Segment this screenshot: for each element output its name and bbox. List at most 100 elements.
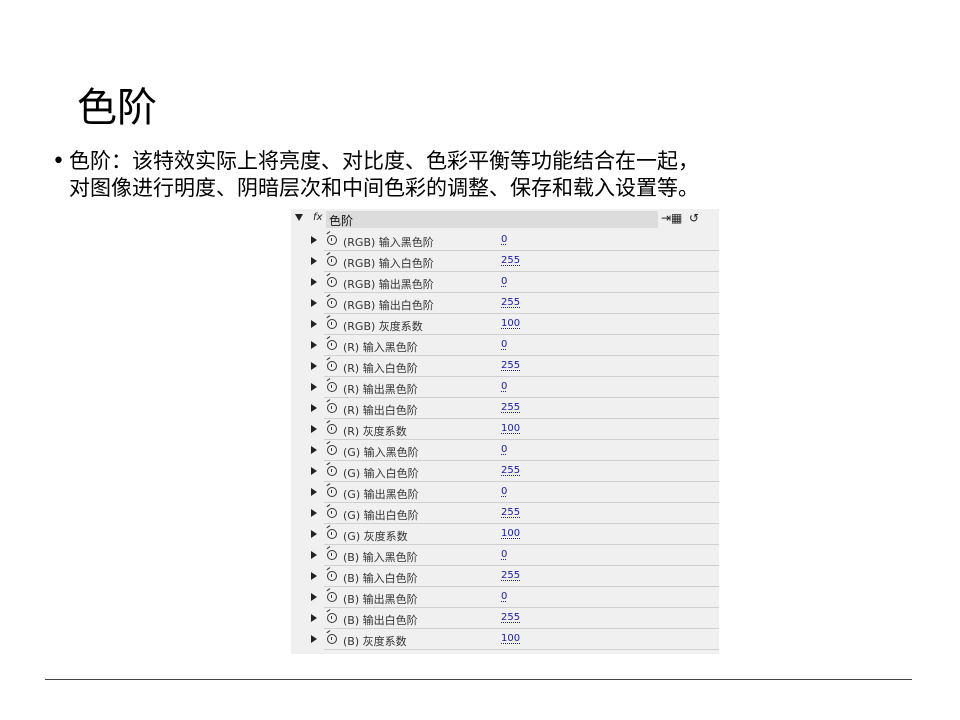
param-name: (G) 输出白色阶	[343, 509, 419, 522]
stopwatch-icon[interactable]	[327, 613, 337, 623]
param-value[interactable]: 255	[501, 402, 520, 413]
param-row[interactable]: (R) 输入白色阶 255	[291, 356, 719, 377]
param-name: (G) 输入白色阶	[343, 467, 419, 480]
param-name: (RGB) 输入白色阶	[343, 257, 434, 270]
footer-divider	[45, 679, 912, 680]
stopwatch-icon[interactable]	[327, 361, 337, 371]
param-value[interactable]: 0	[501, 591, 507, 602]
param-row[interactable]: (RGB) 灰度系数 100	[291, 314, 719, 335]
slide-title: 色阶	[77, 85, 157, 131]
param-row[interactable]: (RGB) 输出黑色阶 0	[291, 272, 719, 293]
param-value[interactable]: 100	[501, 633, 520, 644]
expand-triangle-icon[interactable]	[311, 341, 317, 349]
param-row[interactable]: (RGB) 输入黑色阶 0	[291, 230, 719, 251]
param-value[interactable]: 255	[501, 465, 520, 476]
expand-triangle-icon[interactable]	[311, 404, 317, 412]
expand-triangle-icon[interactable]	[311, 278, 317, 286]
stopwatch-icon[interactable]	[327, 466, 337, 476]
param-value[interactable]: 255	[501, 507, 520, 518]
reset-icon[interactable]: ↺	[689, 211, 699, 225]
param-row[interactable]: (R) 灰度系数 100	[291, 419, 719, 440]
expand-triangle-icon[interactable]	[311, 425, 317, 433]
stopwatch-icon[interactable]	[327, 487, 337, 497]
expand-triangle-icon[interactable]	[311, 635, 317, 643]
param-row[interactable]: (R) 输出白色阶 255	[291, 398, 719, 419]
fx-toggle-icon[interactable]: fx	[313, 212, 322, 223]
effect-name-bar[interactable]	[326, 211, 658, 228]
effect-header[interactable]: fx 色阶 ⇥▦ ↺	[291, 209, 719, 229]
param-value[interactable]: 0	[501, 234, 507, 245]
param-name: (R) 灰度系数	[343, 425, 407, 438]
param-row[interactable]: (B) 输出黑色阶 0	[291, 587, 719, 608]
expand-triangle-icon[interactable]	[311, 572, 317, 580]
stopwatch-icon[interactable]	[327, 403, 337, 413]
bullet-line-2: 对图像进行明度、阴暗层次和中间色彩的调整、保存和载入设置等。	[69, 176, 699, 200]
stopwatch-icon[interactable]	[327, 256, 337, 266]
param-value[interactable]: 100	[501, 318, 520, 329]
stopwatch-icon[interactable]	[327, 571, 337, 581]
param-value[interactable]: 0	[501, 276, 507, 287]
stopwatch-icon[interactable]	[327, 592, 337, 602]
stopwatch-icon[interactable]	[327, 445, 337, 455]
param-value[interactable]: 0	[501, 381, 507, 392]
param-value[interactable]: 255	[501, 255, 520, 266]
stopwatch-icon[interactable]	[327, 340, 337, 350]
expand-triangle-icon[interactable]	[311, 383, 317, 391]
expand-triangle-icon[interactable]	[311, 236, 317, 244]
param-row[interactable]: (B) 输入黑色阶 0	[291, 545, 719, 566]
expand-triangle-icon[interactable]	[311, 257, 317, 265]
stopwatch-icon[interactable]	[327, 508, 337, 518]
param-value[interactable]: 100	[501, 423, 520, 434]
param-value[interactable]: 100	[501, 528, 520, 539]
param-value[interactable]: 0	[501, 339, 507, 350]
expand-triangle-icon[interactable]	[311, 446, 317, 454]
param-row[interactable]: (G) 灰度系数 100	[291, 524, 719, 545]
param-value[interactable]: 255	[501, 297, 520, 308]
stopwatch-icon[interactable]	[327, 235, 337, 245]
param-row[interactable]: (B) 灰度系数 100	[291, 629, 719, 650]
expand-triangle-icon[interactable]	[311, 299, 317, 307]
stopwatch-icon[interactable]	[327, 529, 337, 539]
param-row[interactable]: (G) 输出黑色阶 0	[291, 482, 719, 503]
param-row[interactable]: (B) 输入白色阶 255	[291, 566, 719, 587]
effect-name: 色阶	[329, 214, 354, 228]
param-row[interactable]: (RGB) 输出白色阶 255	[291, 293, 719, 314]
param-name: (RGB) 输入黑色阶	[343, 236, 434, 249]
param-row[interactable]: (G) 输入白色阶 255	[291, 461, 719, 482]
param-row[interactable]: (R) 输入黑色阶 0	[291, 335, 719, 356]
expand-triangle-icon[interactable]	[311, 467, 317, 475]
stopwatch-icon[interactable]	[327, 634, 337, 644]
param-row[interactable]: (G) 输出白色阶 255	[291, 503, 719, 524]
expand-triangle-icon[interactable]	[311, 320, 317, 328]
param-row[interactable]: (G) 输入黑色阶 0	[291, 440, 719, 461]
effect-controls-panel: fx 色阶 ⇥▦ ↺ (RGB) 输入黑色阶 0 (RGB) 输入白色阶 255 (RG…	[291, 209, 719, 654]
stopwatch-icon[interactable]	[327, 424, 337, 434]
param-name: (R) 输入白色阶	[343, 362, 418, 375]
bullet-line-1: 色阶：该特效实际上将亮度、对比度、色彩平衡等功能结合在一起，	[69, 149, 699, 173]
stopwatch-icon[interactable]	[327, 298, 337, 308]
histogram-icon[interactable]: ⇥▦	[661, 211, 682, 225]
expand-triangle-icon[interactable]	[311, 530, 317, 538]
expand-triangle-icon[interactable]	[311, 614, 317, 622]
expand-triangle-icon[interactable]	[311, 488, 317, 496]
stopwatch-icon[interactable]	[327, 277, 337, 287]
expand-triangle-icon[interactable]	[311, 593, 317, 601]
param-row[interactable]: (B) 输出白色阶 255	[291, 608, 719, 629]
param-row[interactable]: (R) 输出黑色阶 0	[291, 377, 719, 398]
expand-triangle-icon[interactable]	[311, 362, 317, 370]
collapse-triangle-icon[interactable]	[295, 214, 303, 221]
param-name: (G) 灰度系数	[343, 530, 408, 543]
stopwatch-icon[interactable]	[327, 550, 337, 560]
param-value[interactable]: 255	[501, 360, 520, 371]
param-value[interactable]: 255	[501, 570, 520, 581]
param-value[interactable]: 0	[501, 549, 507, 560]
stopwatch-icon[interactable]	[327, 319, 337, 329]
param-value[interactable]: 255	[501, 612, 520, 623]
expand-triangle-icon[interactable]	[311, 509, 317, 517]
bullet-dot: •	[52, 149, 65, 174]
param-row[interactable]: (RGB) 输入白色阶 255	[291, 251, 719, 272]
param-value[interactable]: 0	[501, 486, 507, 497]
expand-triangle-icon[interactable]	[311, 551, 317, 559]
stopwatch-icon[interactable]	[327, 382, 337, 392]
param-value[interactable]: 0	[501, 444, 507, 455]
